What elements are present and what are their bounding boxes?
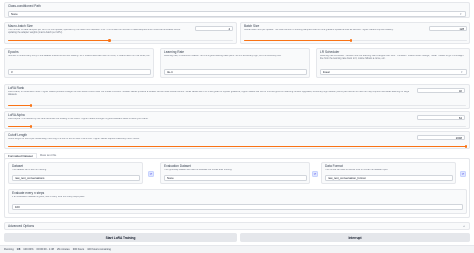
checkpoint-card: Class-conditioned Path None ▾ — [4, 2, 470, 18]
lora-rank-card: LoRA Rank LoRA Rank, or dimension count.… — [4, 84, 470, 109]
eval-every-label: Evaluate every n steps — [12, 191, 45, 195]
lora-rank-label: LoRA Rank — [8, 86, 25, 90]
lora-rank-slider[interactable] — [8, 104, 466, 107]
start-training-button[interactable]: Start LoRA Training — [4, 233, 237, 242]
checkpoint-label: Class-conditioned Path — [8, 4, 41, 8]
epochs-desc: Number of times every entry in the datas… — [8, 55, 151, 57]
lora-alpha-card: LoRA Alpha LoRA Alpha. This divided by t… — [4, 111, 470, 129]
eval-every-desc: If an evaluation dataset is given, test … — [12, 196, 85, 198]
status-percent: 100.00% — [23, 248, 34, 251]
macro-batch-label: Macro-batch Size — [8, 24, 33, 28]
cutoff-desc: Cutoff length for text input. Essentiall… — [8, 138, 140, 140]
lora-rank-input[interactable]: 32 — [417, 88, 465, 93]
lora-rank-desc: LoRA Rank, or dimension count. Higher va… — [8, 91, 410, 96]
cutoff-slider[interactable] — [8, 145, 468, 148]
refresh-icon[interactable]: ⟳ — [460, 171, 466, 177]
cutoff-label: Cutoff Length — [8, 133, 28, 137]
epochs-input[interactable]: 3 — [8, 69, 151, 75]
lr-scheduler-card: LR Scheduler Learning rate scheduler - d… — [316, 48, 470, 78]
dataset-card: Dataset The dataset file to use for trai… — [8, 162, 143, 184]
eval-every-card: Evaluate every n steps If an evaluation … — [8, 189, 467, 214]
interrupt-button[interactable]: Interrupt — [240, 233, 470, 242]
status-running: Running — [4, 248, 14, 251]
lora-alpha-desc: LoRA Alpha. This divided by the rank bec… — [8, 118, 149, 120]
status-elapsed: 29 minutes — [56, 248, 70, 251]
macro-batch-slider-fill — [8, 40, 110, 41]
dataset-panel: Dataset The dataset file to use for trai… — [4, 158, 470, 218]
lora-alpha-slider-thumb[interactable] — [29, 125, 33, 128]
learning-rate-label: Learning Rate — [164, 50, 185, 54]
advanced-options-label: Advanced Options — [8, 224, 35, 228]
status-bar: Running 1/8 100.00% 00:00:00 - 1:38 29 m… — [0, 245, 474, 253]
lora-rank-slider-thumb[interactable] — [29, 104, 33, 107]
cutoff-card: Cutoff Length Cutoff length for text inp… — [4, 131, 470, 149]
eval-dataset-label: Evaluation Dataset — [164, 164, 191, 168]
chevron-down-icon: ▾ — [460, 12, 462, 16]
dataset-select[interactable]: raw_text_conversations — [12, 175, 140, 181]
cutoff-slider-thumb[interactable] — [464, 145, 468, 148]
eval-dataset-desc: The (optional) dataset file used to eval… — [164, 169, 233, 171]
eval-every-input[interactable]: 100 — [12, 204, 463, 210]
data-format-select[interactable]: raw_text_conversation_format — [325, 175, 453, 181]
lr-scheduler-select[interactable]: linear — [320, 69, 467, 75]
status-remaining: 100 hours remaining — [87, 248, 111, 251]
macro-batch-slider-thumb[interactable] — [108, 39, 111, 42]
lr-scheduler-label: LR Scheduler — [320, 50, 340, 54]
status-steps: 1/8 — [16, 248, 21, 251]
data-format-label: Data Format — [325, 164, 343, 168]
checkpoint-select[interactable]: None — [8, 11, 466, 17]
eval-dataset-select[interactable]: None — [164, 175, 307, 181]
status-time: 00:00:00 - 1:38 — [36, 248, 54, 251]
lora-alpha-slider[interactable] — [8, 125, 466, 128]
learning-rate-desc: Learning rate, in scientific notation. 3… — [164, 55, 282, 57]
advanced-options-accordion[interactable]: Advanced Options ◂ — [4, 222, 470, 230]
dataset-label: Dataset — [12, 164, 23, 168]
eval-dataset-card: Evaluation Dataset The (optional) datase… — [160, 162, 310, 184]
dataset-desc: The dataset file to use for training. — [12, 169, 47, 171]
lora-alpha-label: LoRA Alpha — [8, 113, 25, 117]
batch-size-slider[interactable] — [244, 39, 467, 42]
cutoff-input[interactable]: 2048 — [417, 135, 465, 140]
chevron-down-icon: ◂ — [463, 224, 465, 228]
cutoff-slider-fill — [8, 146, 466, 147]
batch-size-slider-thumb[interactable] — [349, 39, 353, 42]
lora-alpha-slider-fill — [8, 126, 31, 127]
data-format-desc: The format file used to decide how to fo… — [325, 169, 389, 171]
chevron-down-icon: ▾ — [461, 70, 463, 74]
batch-size-label: Batch Size — [244, 24, 260, 28]
status-total: 300 hours — [72, 248, 85, 251]
lora-alpha-input[interactable]: 64 — [417, 115, 465, 120]
macro-batch-card: Macro-batch Size The number of data samp… — [4, 22, 237, 44]
lora-rank-slider-fill — [8, 105, 31, 106]
batch-size-card: Batch Size Global batch size per update.… — [240, 22, 470, 44]
epochs-card: Epochs Number of times every entry in th… — [4, 48, 154, 78]
lr-scheduler-desc: Learning rate scheduler - defines how th… — [320, 55, 464, 60]
learning-rate-input[interactable]: 3e-4 — [164, 69, 307, 75]
batch-size-slider-fill — [244, 40, 352, 41]
batch-size-desc: Global batch size per update. The total … — [244, 29, 394, 31]
macro-batch-desc: The number of data samples per GPU for o… — [8, 29, 181, 34]
batch-size-input[interactable]: 128 — [429, 26, 467, 31]
data-format-card: Data Format The format file used to deci… — [321, 162, 456, 184]
refresh-icon[interactable]: ⟳ — [312, 171, 318, 177]
macro-batch-slider[interactable] — [8, 39, 233, 42]
learning-rate-card: Learning Rate Learning rate, in scientif… — [160, 48, 310, 78]
epochs-label: Epochs — [8, 50, 19, 54]
refresh-icon[interactable]: ⟳ — [148, 171, 154, 177]
macro-batch-input[interactable]: 4 — [195, 26, 233, 31]
